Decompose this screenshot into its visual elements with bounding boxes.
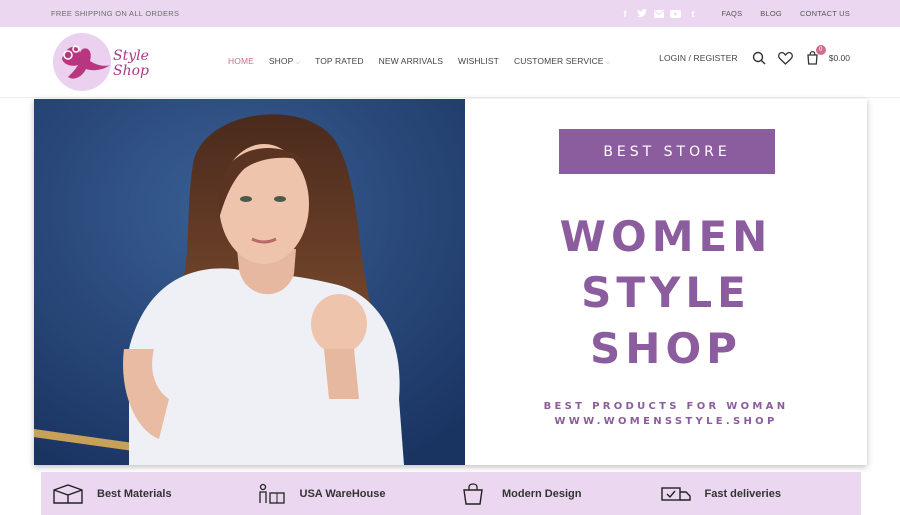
shopping-bag-icon (456, 482, 490, 506)
hero-subline: BEST PRODUCTS FOR WOMAN WWW.WOMENSSTYLE.… (465, 399, 867, 429)
subline-website: WWW.WOMENSSTYLE.SHOP (554, 416, 778, 427)
logo-text-line2: Shop (113, 63, 149, 79)
nav-customer-service[interactable]: CUSTOMER SERVICE ⌵ (514, 56, 610, 67)
nav-home[interactable]: HOME (228, 56, 254, 67)
chevron-down-icon: ⌵ (295, 60, 301, 66)
subline-tagline: BEST PRODUCTS FOR WOMAN (543, 401, 789, 412)
contact-us-link[interactable]: CONTACT US (800, 9, 850, 18)
cart-count-badge: 0 (815, 45, 826, 55)
search-icon[interactable] (751, 50, 767, 66)
nav-new-arrivals-label: NEW ARRIVALS (378, 56, 444, 66)
feature-modern-design: Modern Design (456, 482, 659, 506)
youtube-icon[interactable] (670, 8, 682, 19)
features-strip: Best Materials USA WareHouse Modern Desi… (41, 472, 861, 515)
hero-photo (34, 99, 465, 465)
faqs-link[interactable]: FAQS (721, 9, 742, 18)
cart-icon[interactable]: 0 (805, 45, 826, 66)
feature-usa-warehouse: USA WareHouse (254, 482, 457, 506)
nav-top-rated-label: TOP RATED (315, 56, 364, 66)
social-links: f t (619, 8, 698, 19)
feature-fast-deliveries: Fast deliveries (659, 482, 862, 506)
feature-label: Modern Design (502, 487, 582, 500)
nav-top-rated[interactable]: TOP RATED (315, 56, 364, 67)
headline-line-3: SHOP (590, 324, 742, 373)
nav-wishlist-label: WISHLIST (458, 56, 499, 66)
feature-label: Best Materials (97, 487, 172, 500)
header-actions: LOGIN / REGISTER 0 $0.00 (659, 45, 850, 66)
delivery-truck-icon (659, 482, 693, 506)
nav-shop[interactable]: SHOP ⌵ (269, 56, 300, 67)
top-links: FAQS BLOG CONTACT US (721, 9, 850, 18)
hero-headline: WOMEN STYLE SHOP (465, 209, 867, 377)
email-icon[interactable] (653, 8, 664, 19)
tumblr-icon[interactable]: t (687, 8, 698, 19)
top-bar-right: f t FAQS BLOG CONTACT US (619, 8, 850, 19)
logo-text-line1: Style (113, 48, 149, 64)
feature-label: Fast deliveries (704, 487, 781, 500)
nav-new-arrivals[interactable]: NEW ARRIVALS (379, 56, 443, 67)
blog-link[interactable]: BLOG (760, 9, 782, 18)
box-icon (51, 482, 85, 506)
nav-customer-service-label: CUSTOMER SERVICE (513, 56, 604, 66)
nav-shop-label: SHOP (268, 56, 294, 66)
nav-home-label: HOME (228, 56, 254, 66)
nav-wishlist[interactable]: WISHLIST (458, 56, 499, 67)
promo-text: FREE SHIPPING ON ALL ORDERS (51, 9, 180, 18)
headline-line-2: STYLE (581, 268, 751, 317)
feature-label: USA WareHouse (299, 487, 386, 500)
site-header: Style Shop HOME SHOP ⌵ TOP RATED NEW ARRI… (0, 27, 900, 98)
twitter-icon[interactable] (636, 8, 647, 19)
heart-icon[interactable] (778, 50, 794, 66)
cart-total[interactable]: $0.00 (829, 53, 850, 63)
hero-banner[interactable]: BEST STORE WOMEN STYLE SHOP BEST PRODUCT… (34, 99, 867, 465)
warehouse-icon (254, 482, 288, 506)
feature-best-materials: Best Materials (51, 482, 254, 506)
main-nav: HOME SHOP ⌵ TOP RATED NEW ARRIVALS WISHLI… (228, 56, 625, 67)
headline-line-1: WOMEN (559, 212, 773, 261)
site-logo[interactable]: Style Shop (52, 31, 152, 93)
best-store-badge: BEST STORE (559, 129, 775, 174)
chevron-down-icon: ⌵ (605, 60, 611, 66)
login-register-link[interactable]: LOGIN / REGISTER (659, 53, 738, 63)
facebook-icon[interactable]: f (619, 8, 630, 19)
hero-text-panel: BEST STORE WOMEN STYLE SHOP BEST PRODUCT… (465, 99, 867, 465)
top-bar: FREE SHIPPING ON ALL ORDERS f t FAQS BLO… (0, 0, 900, 27)
